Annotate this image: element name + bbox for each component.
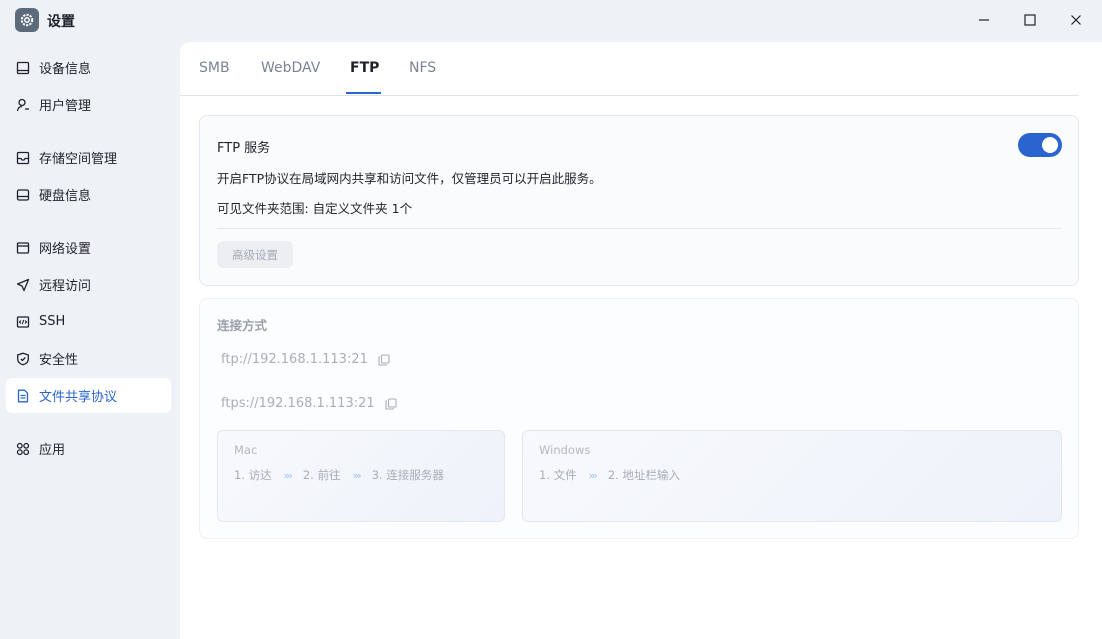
sidebar-item-label: 网络设置 — [39, 242, 92, 257]
ftp-service-card: FTP 服务 开启FTP协议在局域网内共享和访问文件，仅管理员可以开启此服务。 … — [199, 115, 1079, 286]
connection-title: 连接方式 — [217, 318, 268, 333]
sidebar-item-label: 应用 — [39, 443, 66, 458]
toggle-knob — [1042, 137, 1058, 153]
tab-bar: SMB WebDAV FTP NFS — [180, 42, 1079, 96]
sidebar-item-label: SSH — [39, 314, 66, 329]
tab-webdav[interactable]: WebDAV — [261, 60, 320, 76]
shield-icon — [16, 352, 30, 366]
ftp-service-description: 开启FTP协议在局域网内共享和访问文件，仅管理员可以开启此服务。 — [217, 171, 602, 186]
windows-instructions: Windows 1. 文件 ››› 2. 地址栏输入 — [522, 430, 1062, 522]
maximize-icon — [1024, 14, 1036, 26]
step: 1. 文件 — [539, 468, 577, 482]
sidebar-item-file-sharing[interactable]: 文件共享协议 — [6, 378, 171, 413]
sidebar-item-disk-info[interactable]: 硬盘信息 — [6, 177, 171, 212]
connection-card: 连接方式 ftp://192.168.1.113:21 ftps://192.1… — [199, 298, 1079, 539]
disk-icon — [16, 188, 30, 202]
mac-instructions: Mac 1. 访达 ››› 2. 前往 ››› 3. 连接服务器 — [217, 430, 505, 522]
step-arrow-icon: ››› — [283, 468, 293, 482]
divider — [217, 228, 1062, 229]
sidebar-item-network[interactable]: 网络设置 — [6, 230, 171, 265]
step: 1. 访达 — [234, 468, 272, 482]
sidebar-item-ssh[interactable]: SSH — [6, 304, 171, 339]
main-panel: SMB WebDAV FTP NFS FTP 服务 开启FTP协议在局域网内共享… — [180, 42, 1102, 639]
tab-smb[interactable]: SMB — [199, 60, 230, 76]
sidebar-item-user-management[interactable]: 用户管理 — [6, 87, 171, 122]
apps-icon — [16, 442, 30, 456]
sidebar-item-label: 用户管理 — [39, 99, 92, 114]
sidebar-item-device-info[interactable]: 设备信息 — [6, 50, 171, 85]
sidebar-item-security[interactable]: 安全性 — [6, 341, 171, 376]
step-arrow-icon: ››› — [588, 468, 598, 482]
minimize-button[interactable] — [970, 8, 998, 32]
copy-icon[interactable] — [378, 353, 390, 366]
close-icon — [1071, 15, 1081, 25]
sidebar-item-remote-access[interactable]: 远程访问 — [6, 267, 171, 302]
window-title: 设置 — [47, 14, 75, 30]
visible-folder-scope: 可见文件夹范围: 自定义文件夹 1个 — [217, 201, 413, 216]
tab-ftp[interactable]: FTP — [350, 60, 379, 76]
step: 2. 地址栏输入 — [607, 468, 680, 482]
sidebar-item-apps[interactable]: 应用 — [6, 431, 171, 466]
mac-steps: 1. 访达 ››› 2. 前往 ››› 3. 连接服务器 — [234, 467, 444, 483]
user-icon — [16, 98, 30, 112]
sidebar-item-label: 硬盘信息 — [39, 189, 92, 204]
step: 3. 连接服务器 — [371, 468, 444, 482]
active-tab-indicator — [346, 92, 381, 94]
step: 2. 前往 — [302, 468, 341, 482]
sidebar-item-label: 设备信息 — [39, 62, 92, 77]
sidebar-item-label: 安全性 — [39, 353, 79, 368]
close-button[interactable] — [1062, 8, 1090, 32]
ftp-url: ftp://192.168.1.113:21 — [221, 352, 368, 367]
ftp-url-row: ftp://192.168.1.113:21 — [221, 352, 390, 367]
step-arrow-icon: ››› — [352, 468, 361, 482]
windows-steps: 1. 文件 ››› 2. 地址栏输入 — [539, 467, 680, 483]
copy-icon[interactable] — [385, 397, 397, 410]
sidebar-item-label: 远程访问 — [39, 279, 92, 294]
ftp-service-title: FTP 服务 — [217, 141, 271, 156]
ftps-url-row: ftps://192.168.1.113:21 — [221, 396, 397, 411]
title-bar: 设置 — [0, 0, 1102, 40]
minimize-icon — [979, 19, 989, 21]
sidebar-item-storage[interactable]: 存储空间管理 — [6, 140, 171, 175]
maximize-button[interactable] — [1016, 8, 1044, 32]
document-icon — [16, 389, 30, 403]
ftps-url: ftps://192.168.1.113:21 — [221, 396, 375, 411]
sidebar-item-label: 文件共享协议 — [39, 390, 118, 405]
os-name: Windows — [539, 443, 591, 457]
device-icon — [16, 61, 30, 75]
gear-icon — [15, 8, 39, 32]
os-name: Mac — [234, 443, 258, 457]
ftp-service-toggle[interactable] — [1018, 133, 1062, 157]
tab-nfs[interactable]: NFS — [409, 60, 436, 76]
send-icon — [16, 278, 30, 292]
advanced-settings-button[interactable]: 高级设置 — [217, 241, 293, 268]
storage-icon — [16, 151, 30, 165]
sidebar-item-label: 存储空间管理 — [39, 152, 118, 167]
network-icon — [16, 241, 30, 255]
code-icon — [16, 315, 30, 329]
